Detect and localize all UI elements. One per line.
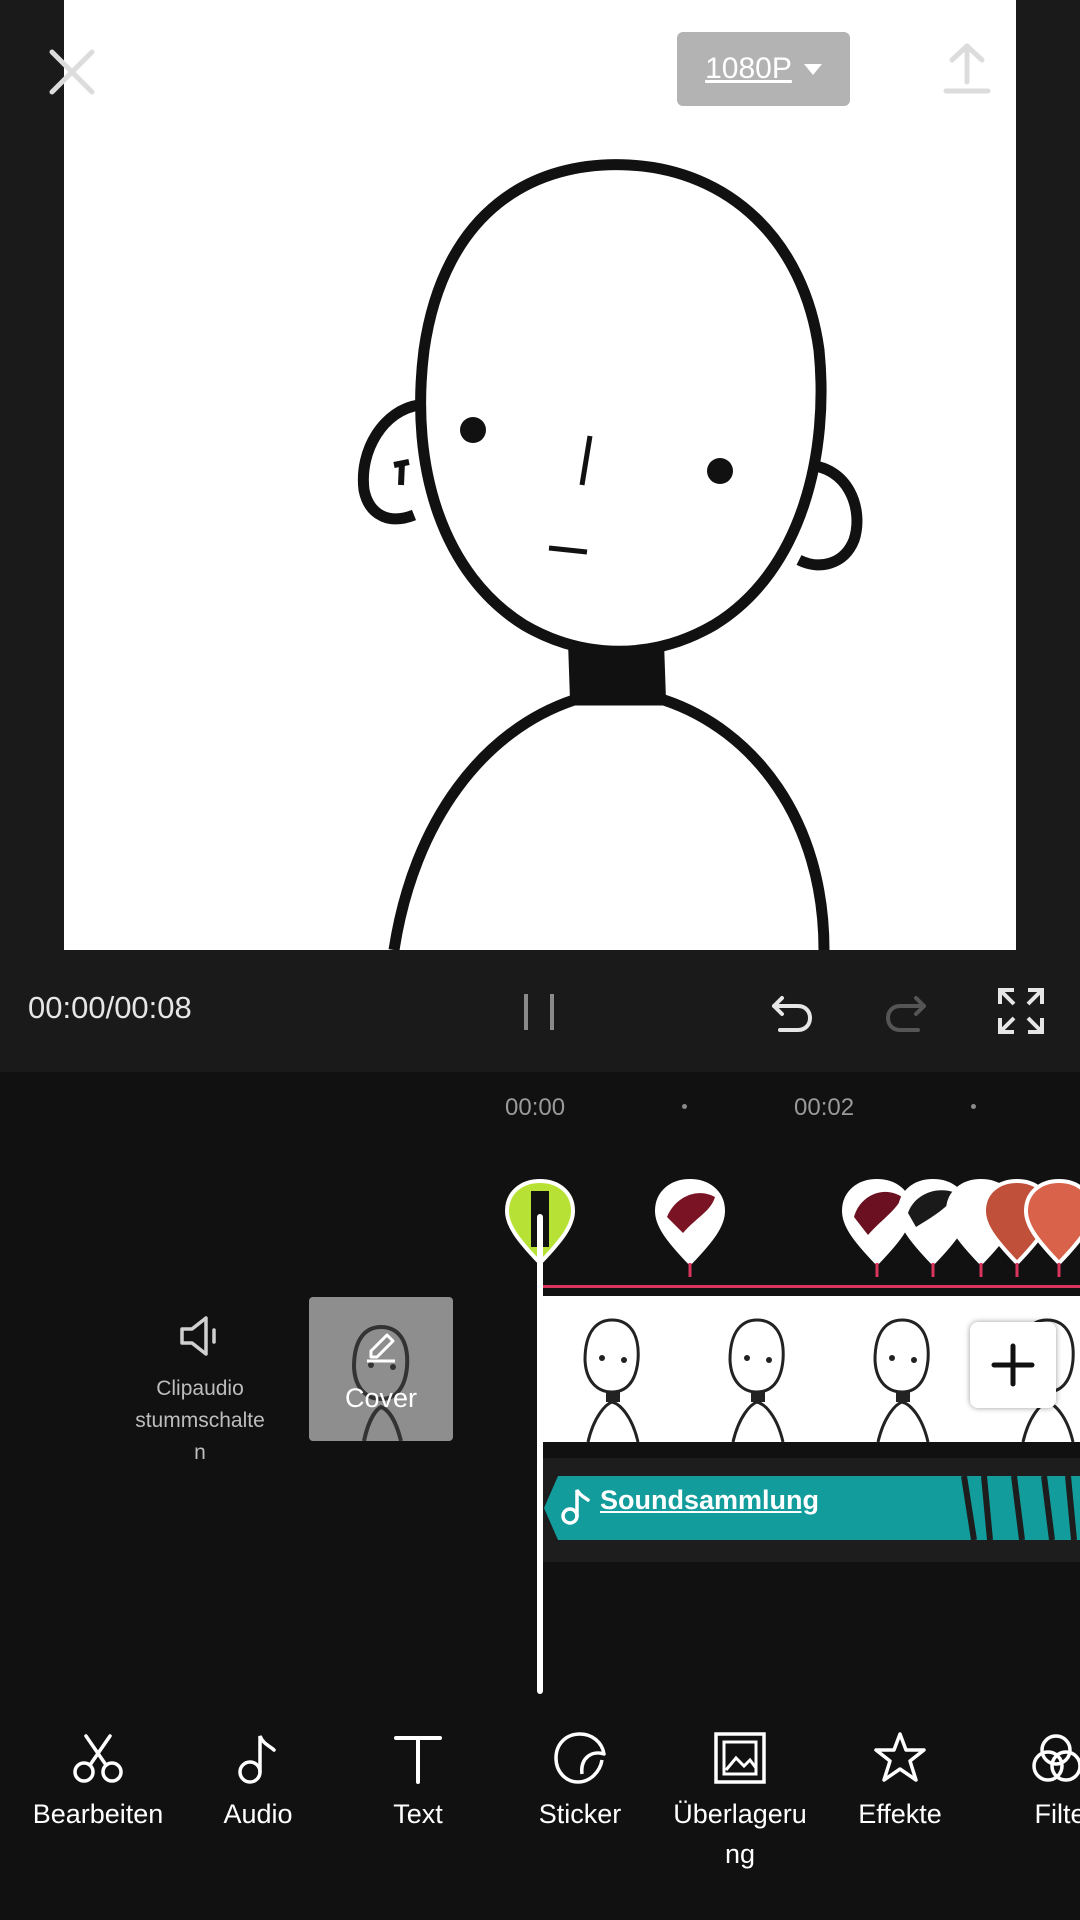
undo-icon: [772, 996, 813, 1032]
ruler-dot: [682, 1104, 687, 1109]
speaker-icon: [180, 1316, 216, 1356]
pause-icon: [524, 994, 554, 1030]
playback-time: 00:00/00:08: [28, 990, 192, 1025]
fullscreen-icon: [998, 988, 1044, 1034]
tool-label: Sticker: [538, 1799, 622, 1829]
video-preview[interactable]: [64, 0, 1016, 950]
ruler-dot: [971, 1104, 976, 1109]
sticker-icon: [554, 1732, 606, 1784]
character-illustration: [357, 159, 863, 950]
redo-button[interactable]: [882, 988, 930, 1036]
tool-label: Überlageru ng: [673, 1799, 807, 1869]
tool-label: Filte: [1034, 1799, 1080, 1829]
edit-pencil-icon: [367, 1333, 395, 1363]
tool-label: Bearbeiten: [32, 1799, 164, 1829]
ruler-label-1: 00:02: [794, 1094, 855, 1121]
timeline-panel[interactable]: 00:00 00:02 Clipaudio stummschalte n Cov…: [0, 1072, 1080, 1694]
redo-icon: [885, 996, 926, 1032]
tool-label: Audio: [223, 1799, 293, 1829]
editor-top-area: 1080P 00:00/00:08: [0, 0, 1080, 1072]
mute-clip-audio-button[interactable]: Clipaudio stummschalte n: [110, 1312, 290, 1469]
audio-track[interactable]: Soundsammlung: [540, 1458, 1080, 1562]
pause-button[interactable]: [520, 990, 560, 1034]
export-button[interactable]: [940, 38, 994, 98]
tool-effekte[interactable]: Effekte: [825, 1730, 975, 1834]
ruler-label-0: 00:00: [505, 1094, 566, 1121]
dropdown-caret-icon: [803, 63, 822, 75]
tool-audio[interactable]: Audio: [183, 1730, 333, 1834]
player-controls: 00:00/00:08: [0, 960, 1080, 1060]
tool-sticker[interactable]: Sticker: [505, 1730, 655, 1834]
tool-ueberlagerung[interactable]: Überlageru ng: [665, 1730, 815, 1874]
fullscreen-button[interactable]: [996, 986, 1046, 1036]
add-clip-button[interactable]: [970, 1322, 1056, 1408]
keyframe-marker[interactable]: [653, 1177, 727, 1277]
resolution-dropdown[interactable]: 1080P: [677, 32, 850, 106]
tool-text[interactable]: Text: [343, 1730, 493, 1834]
cover-button[interactable]: Cover: [309, 1297, 453, 1441]
bottom-toolbar: Bearbeiten Audio Text Sticker Überlageru…: [0, 1730, 1080, 1920]
text-icon: [394, 1736, 442, 1784]
clip-frame: [728, 1318, 785, 1442]
scissors-icon: [73, 1734, 123, 1783]
keyframe-track-line: [540, 1285, 1080, 1288]
resolution-label: 1080P: [705, 52, 792, 85]
cover-label: Cover: [344, 1383, 418, 1413]
plus-icon: [991, 1343, 1035, 1387]
playhead[interactable]: [537, 1214, 543, 1694]
music-note-icon: [238, 1735, 276, 1784]
mute-clip-audio-label: Clipaudio stummschalte n: [135, 1377, 265, 1464]
filter-icon: [1032, 1734, 1080, 1782]
tool-bearbeiten[interactable]: Bearbeiten: [23, 1730, 173, 1834]
keyframe-marker[interactable]: [1022, 1177, 1080, 1277]
overlay-icon: [714, 1732, 766, 1784]
undo-button[interactable]: [768, 988, 816, 1036]
tool-label: Text: [393, 1799, 443, 1829]
clip-frame: [583, 1318, 640, 1442]
export-icon: [943, 43, 991, 94]
cover-thumbnail: [351, 1324, 410, 1441]
close-icon: [49, 49, 95, 95]
tool-label: Effekte: [858, 1799, 942, 1829]
music-note-icon: [561, 1489, 590, 1525]
clip-frame: [873, 1318, 930, 1442]
tool-filter[interactable]: Filte: [985, 1730, 1080, 1834]
effects-star-icon: [874, 1732, 926, 1782]
audio-track-label: Soundsammlung: [600, 1485, 820, 1515]
close-button[interactable]: [42, 42, 102, 102]
